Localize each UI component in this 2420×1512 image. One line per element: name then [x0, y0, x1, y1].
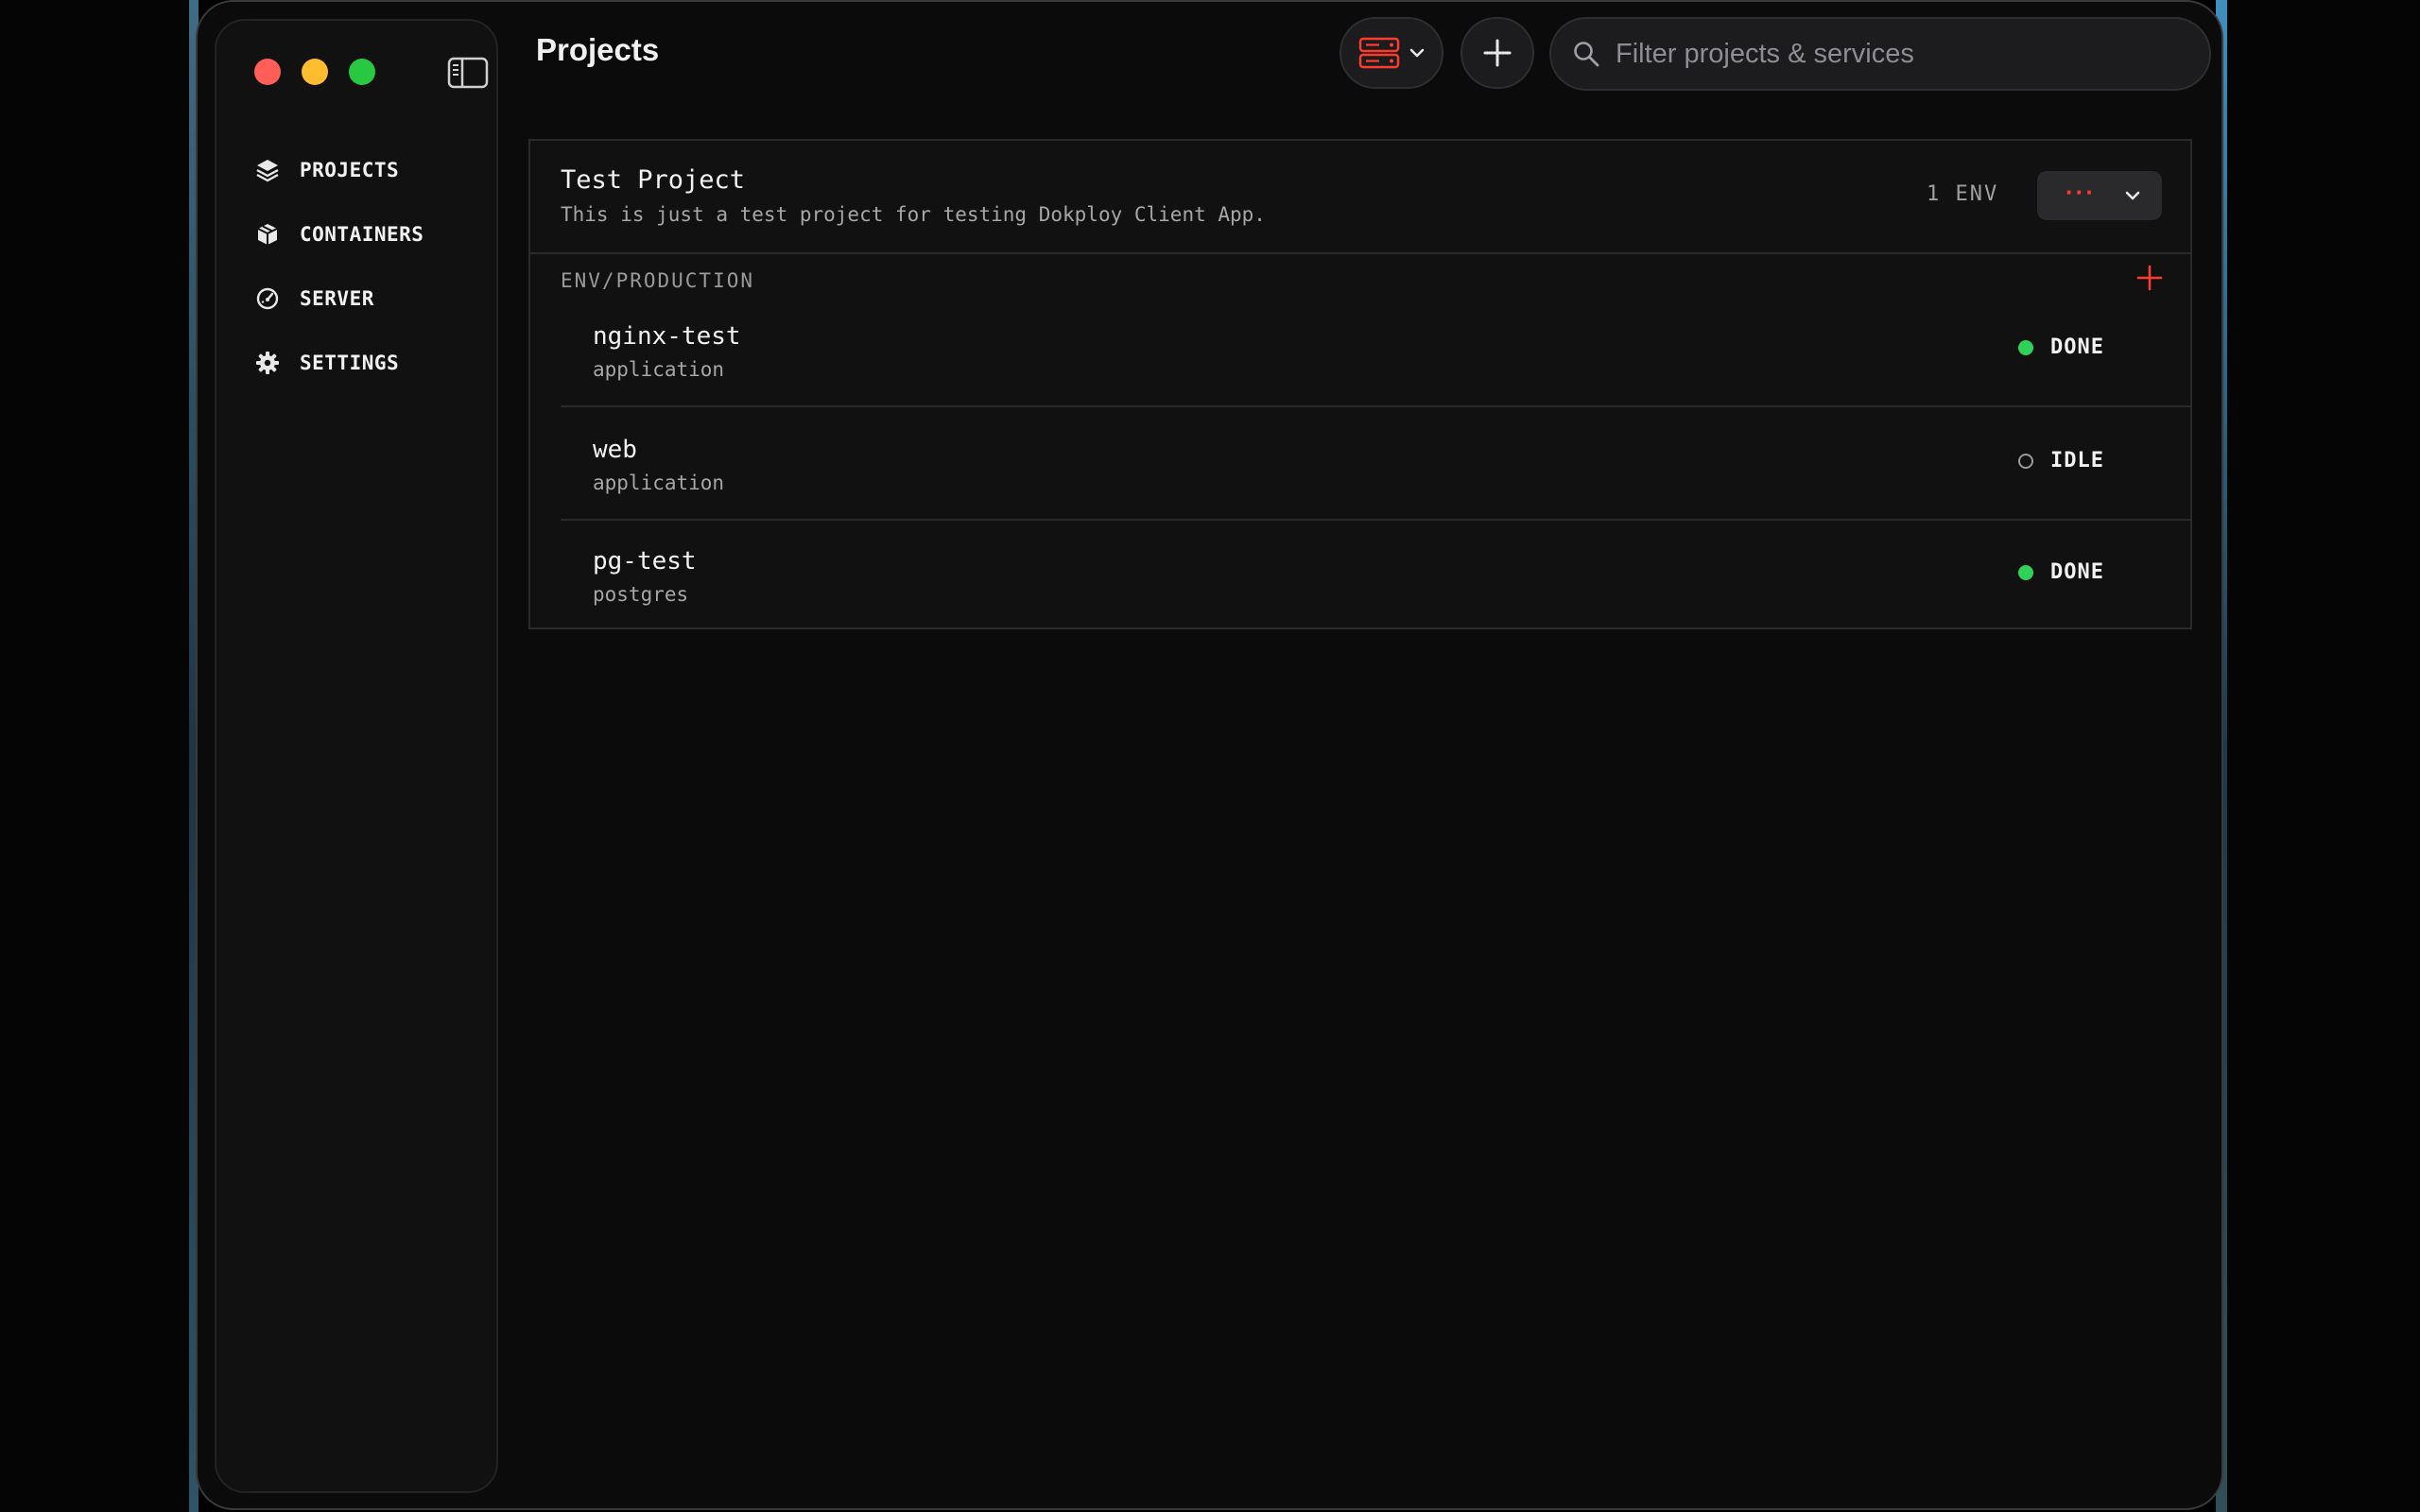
gear-icon: [256, 352, 279, 374]
search-input[interactable]: [1614, 37, 2185, 71]
minimize-window-button[interactable]: [302, 59, 328, 85]
app-window: PROJECTS CONTAINERS SERVER SETTINGS Proj…: [196, 0, 2223, 1510]
project-name: Test Project: [561, 165, 746, 195]
status-done-icon: [2018, 339, 2033, 355]
close-window-button[interactable]: [254, 59, 281, 85]
project-card-header[interactable]: Test Project This is just a test project…: [530, 141, 2190, 254]
environment-label: ENV/PRODUCTION: [561, 269, 755, 292]
service-name: pg-test: [593, 547, 697, 576]
sidebar-item-server[interactable]: SERVER: [254, 266, 481, 331]
service-row[interactable]: web application IDLE: [561, 407, 2192, 521]
service-name: nginx-test: [593, 322, 741, 351]
server-select-button[interactable]: [1340, 17, 1443, 89]
search-icon: [1574, 42, 1599, 67]
sidebar-item-label: CONTAINERS: [300, 223, 424, 246]
desktop-background-right: [2223, 0, 2420, 1512]
service-type: application: [593, 358, 725, 381]
status-idle-icon: [2018, 453, 2033, 469]
plus-icon: [1483, 39, 1512, 67]
sidebar-item-projects[interactable]: PROJECTS: [254, 138, 481, 202]
status-badge: DONE: [2050, 560, 2104, 584]
sidebar-item-settings[interactable]: SETTINGS: [254, 331, 481, 395]
sidebar-item-containers[interactable]: CONTAINERS: [254, 202, 481, 266]
sidebar-item-label: SETTINGS: [300, 352, 400, 374]
sidebar-toggle-icon[interactable]: [447, 57, 489, 89]
service-type: postgres: [593, 583, 689, 606]
service-row[interactable]: nginx-test application DONE: [561, 294, 2192, 407]
layers-icon: [256, 160, 279, 182]
server-icon: [1358, 37, 1400, 69]
sidebar-item-label: SERVER: [300, 287, 374, 310]
search-bar: [1549, 17, 2211, 91]
project-description: This is just a test project for testing …: [561, 203, 1266, 226]
sidebar-nav: PROJECTS CONTAINERS SERVER SETTINGS: [254, 138, 481, 395]
add-project-button[interactable]: [1461, 17, 1534, 89]
env-count-label: 1 ENV: [1927, 182, 1999, 206]
status-badge: DONE: [2050, 335, 2104, 359]
status-done-icon: [2018, 564, 2033, 580]
gauge-icon: [256, 287, 279, 310]
service-type: application: [593, 472, 725, 494]
service-status: DONE: [2018, 560, 2104, 584]
service-status: IDLE: [2018, 449, 2104, 472]
project-actions-button[interactable]: ···: [2037, 171, 2162, 220]
box-icon: [257, 224, 278, 245]
status-badge: IDLE: [2050, 449, 2104, 472]
zoom-window-button[interactable]: [349, 59, 375, 85]
service-name: web: [593, 436, 637, 464]
page-title: Projects: [536, 32, 660, 67]
project-card: Test Project This is just a test project…: [528, 139, 2192, 629]
sidebar: PROJECTS CONTAINERS SERVER SETTINGS: [215, 19, 498, 1493]
more-icon: ···: [2066, 178, 2096, 206]
sidebar-item-label: PROJECTS: [300, 159, 400, 181]
chevron-down-icon: [2125, 191, 2140, 200]
add-service-icon[interactable]: [2134, 262, 2166, 294]
service-status: DONE: [2018, 335, 2104, 359]
desktop-background-left: [0, 0, 196, 1512]
env-count: 1 ENV: [1927, 182, 1998, 206]
chevron-down-icon: [1409, 48, 1425, 58]
service-row[interactable]: pg-test postgres DONE: [561, 519, 2192, 630]
